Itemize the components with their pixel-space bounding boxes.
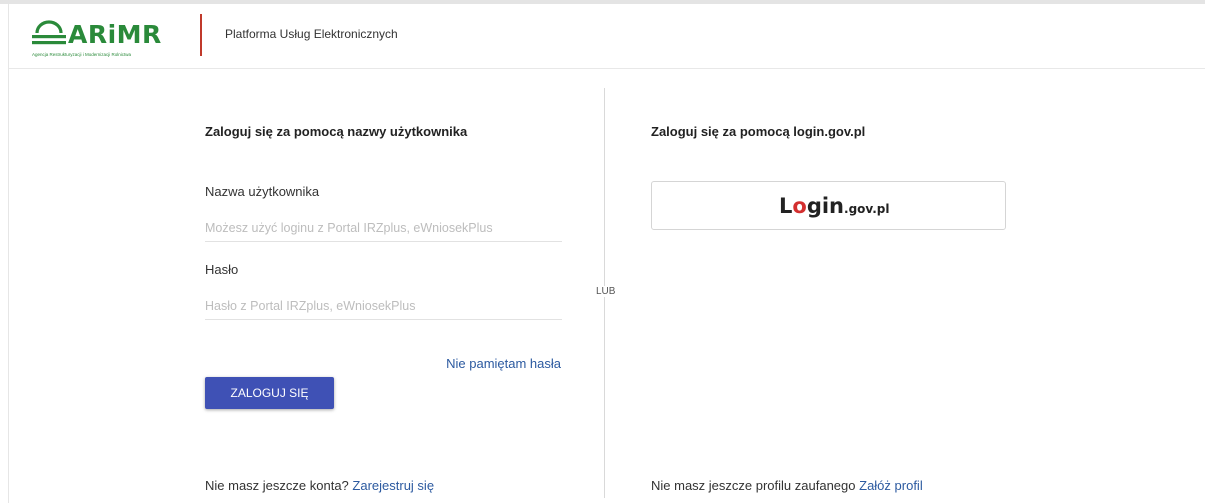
logo-subtitle: Agencja Restrukturyzacji i Modernizacji … [32,52,132,57]
password-label: Hasło [205,262,239,277]
gov-login-title: Zaloguj się za pomocą login.gov.pl [651,124,866,139]
password-input[interactable] [205,293,562,320]
login-button[interactable]: ZALOGUJ SIĘ [205,377,334,409]
login-gov-logo: Login.gov.pl [779,192,890,220]
register-link[interactable]: Zarejestruj się [352,478,434,493]
arimr-logo[interactable]: ARiMR Agencja Restrukturyzacji i Moderni… [32,18,182,62]
login-gov-logo-prefix: L [779,194,793,218]
no-profile-text: Nie masz jeszcze profilu zaufanego [651,478,856,493]
username-input[interactable] [205,215,562,242]
header: ARiMR Agencja Restrukturyzacji i Moderni… [9,4,1205,69]
login-gov-button[interactable]: Login.gov.pl [651,181,1006,230]
logo-text: ARiMR [68,20,162,49]
arimr-logo-icon [32,20,66,45]
create-profile-link[interactable]: Załóż profil [859,478,923,493]
page-left-border [8,4,9,503]
username-login-title: Zaloguj się za pomocą nazwy użytkownika [205,124,468,139]
username-login-section: Zaloguj się za pomocą nazwy użytkownika … [205,0,565,503]
register-prompt: Nie masz jeszcze konta? Zarejestruj się [205,478,434,493]
create-profile-prompt: Nie masz jeszcze profilu zaufanego Załóż… [651,478,923,493]
gov-login-section: Zaloguj się za pomocą login.gov.pl Login… [651,0,1011,503]
login-gov-logo-main: gin [806,194,845,218]
forgot-password-link[interactable]: Nie pamiętam hasła [446,356,561,371]
username-label: Nazwa użytkownika [205,184,320,199]
or-separator: LUB [596,286,616,297]
no-account-text: Nie masz jeszcze konta? [205,478,349,493]
login-gov-logo-o: o [792,194,807,218]
header-divider [200,14,202,56]
login-gov-logo-suffix: .gov.pl [844,202,890,216]
